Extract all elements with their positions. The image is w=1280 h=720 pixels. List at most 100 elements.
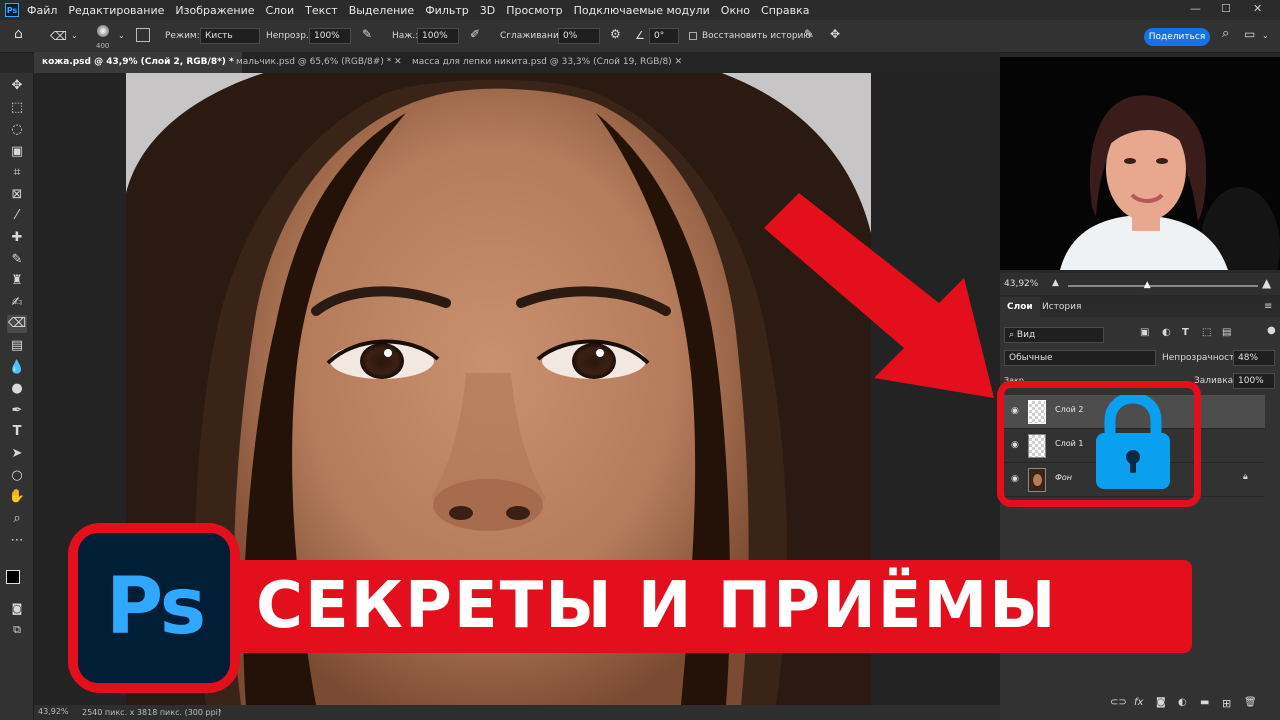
pressure-input[interactable]: 100% <box>417 28 459 44</box>
history-brush-tool-icon[interactable]: ✍ <box>7 294 27 312</box>
gear-icon[interactable]: ⚙ <box>610 26 621 42</box>
close-icon[interactable]: ✕ <box>675 57 683 67</box>
filter-pixel-icon[interactable]: ▣ <box>1140 327 1149 338</box>
filter-toggle-icon[interactable]: ● <box>1267 325 1276 336</box>
filter-adjustment-icon[interactable]: ◐ <box>1162 327 1171 338</box>
menu-window[interactable]: Окно <box>721 4 750 17</box>
stamp-tool-icon[interactable]: ♜ <box>7 272 27 290</box>
tools-panel: ✥ ⬚ ◌ ▣ ⌗ ⊠ ⁄ ✚ ✎ ♜ ✍ ⌫ ▤ 💧 ● ✒ T ➤ ○ ✋ … <box>0 73 34 720</box>
filter-smart-object-icon[interactable]: ▤ <box>1222 327 1231 338</box>
tab-history[interactable]: История <box>1035 297 1088 317</box>
healing-tool-icon[interactable]: ✚ <box>7 229 27 247</box>
menu-layers[interactable]: Слои <box>266 4 295 17</box>
chevron-right-icon[interactable]: › <box>218 706 222 716</box>
adjustment-layer-icon[interactable]: ◐ <box>1178 697 1187 708</box>
status-doc-info[interactable]: 2540 пикс. x 3818 пикс. (300 ppi) <box>82 708 221 717</box>
trash-icon[interactable]: 🗑︎ <box>1244 697 1257 708</box>
filter-type-icon[interactable]: T <box>1182 327 1189 338</box>
move-tool-icon[interactable]: ✥ <box>7 77 27 95</box>
zoom-slider[interactable] <box>1068 285 1258 287</box>
tab-malchik[interactable]: мальчик.psd @ 65,6% (RGB/8#) * ✕ <box>228 52 410 73</box>
fill-input[interactable]: 100% <box>1233 373 1275 389</box>
chevron-down-icon[interactable]: ⌄ <box>118 28 125 44</box>
ellipse-tool-icon[interactable]: ○ <box>7 467 27 485</box>
eyedropper-tool-icon[interactable]: ⁄ <box>7 207 27 225</box>
menu-view[interactable]: Просмотр <box>506 4 562 17</box>
new-group-icon[interactable]: ▬ <box>1200 697 1209 708</box>
close-icon[interactable]: ✕ <box>394 57 402 67</box>
new-layer-icon[interactable]: ⊞ <box>1222 697 1231 710</box>
eraser-tool-icon[interactable]: ⌫ <box>7 315 27 333</box>
blur-tool-icon[interactable]: 💧 <box>7 359 27 377</box>
mode-select[interactable]: Кисть <box>200 28 260 44</box>
dodge-tool-icon[interactable]: ● <box>7 380 27 398</box>
more-tools-icon[interactable]: ⋯ <box>7 532 27 550</box>
pen-tool-icon[interactable]: ✒ <box>7 402 27 420</box>
object-select-tool-icon[interactable]: ▣ <box>7 143 27 161</box>
foreground-color-swatch[interactable] <box>6 570 20 584</box>
chevron-down-icon[interactable]: ⌄ <box>71 28 78 44</box>
minimize-icon[interactable]: — <box>1190 2 1201 15</box>
lasso-tool-icon[interactable]: ◌ <box>7 121 27 139</box>
restore-history-checkbox[interactable] <box>689 32 697 40</box>
opacity-input[interactable]: 100% <box>309 28 351 44</box>
gradient-tool-icon[interactable]: ▤ <box>7 337 27 355</box>
brush-tool-icon[interactable]: ✎ <box>7 251 27 269</box>
menu-help[interactable]: Справка <box>761 4 809 17</box>
pressure-size-icon[interactable]: ✎ <box>804 26 814 42</box>
zoom-tool-icon[interactable]: ⌕ <box>7 510 27 528</box>
blend-mode-select[interactable]: Обычные <box>1004 350 1156 366</box>
presenter-image <box>1000 57 1280 270</box>
status-zoom[interactable]: 43,92% <box>38 707 69 716</box>
layer-opacity-input[interactable]: 48% <box>1233 350 1275 366</box>
menu-3d[interactable]: 3D <box>480 4 495 17</box>
search-icon[interactable]: ⌕ <box>1222 26 1229 42</box>
smoothing-input[interactable]: 0% <box>558 28 600 44</box>
home-icon[interactable]: ⌂ <box>14 26 23 42</box>
marquee-tool-icon[interactable]: ⬚ <box>7 99 27 117</box>
close-icon[interactable]: ✕ <box>1253 2 1262 15</box>
fx-icon[interactable]: fx <box>1134 697 1143 708</box>
menu-edit[interactable]: Редактирование <box>68 4 164 17</box>
panel-menu-icon[interactable]: ≡ <box>1264 301 1272 312</box>
airbrush-icon[interactable]: ✐ <box>470 26 480 42</box>
type-tool-icon[interactable]: T <box>7 423 27 441</box>
pressure-opacity-icon[interactable]: ✎ <box>362 26 372 42</box>
screen-mode-icon[interactable]: ⧉ <box>7 621 27 639</box>
navigator-zoom[interactable]: 43,92% <box>1004 279 1038 289</box>
tab-koja[interactable]: кожа.psd @ 43,9% (Слой 2, RGB/8*) * <box>34 52 242 73</box>
hand-tool-icon[interactable]: ✋ <box>7 488 27 506</box>
angle-input[interactable]: 0° <box>649 28 679 44</box>
tab-massa[interactable]: масса для лепки никита.psd @ 33,3% (Слой… <box>404 52 690 73</box>
menu-image[interactable]: Изображение <box>175 4 254 17</box>
eraser-tool-icon[interactable]: ⌫ <box>50 28 67 44</box>
menu-select[interactable]: Выделение <box>349 4 415 17</box>
quick-mask-icon[interactable]: ◙ <box>7 600 27 618</box>
brush-preview-icon[interactable] <box>97 25 109 37</box>
menu-plugins[interactable]: Подключаемые модули <box>574 4 710 17</box>
layer-filter-label: Вид <box>1016 330 1036 340</box>
maximize-icon[interactable]: ☐ <box>1221 2 1231 15</box>
frame-tool-icon[interactable]: ⊠ <box>7 186 27 204</box>
filter-shape-icon[interactable]: ⬚ <box>1202 327 1211 338</box>
search-icon: ⌕ <box>1009 330 1015 340</box>
zoom-slider-thumb[interactable]: ▲ <box>1144 280 1151 290</box>
menu-filter[interactable]: Фильтр <box>425 4 469 17</box>
crop-tool-icon[interactable]: ⌗ <box>7 164 27 182</box>
add-mask-icon[interactable]: ◙ <box>1156 697 1166 708</box>
zoom-in-icon[interactable]: ▲ <box>1262 276 1271 290</box>
brush-settings-icon[interactable] <box>136 28 150 42</box>
document-tabs: кожа.psd @ 43,9% (Слой 2, RGB/8*) * маль… <box>34 52 1000 73</box>
path-select-tool-icon[interactable]: ➤ <box>7 445 27 463</box>
symmetry-icon[interactable]: ✥ <box>830 26 840 42</box>
layer-filter-select[interactable]: ⌕ Вид <box>1004 327 1104 343</box>
menu-type[interactable]: Текст <box>305 4 338 17</box>
link-layers-icon[interactable]: ⊂⊃ <box>1110 697 1127 708</box>
workspace-icon[interactable]: ▭ <box>1244 26 1255 42</box>
zoom-out-icon[interactable]: ▲ <box>1052 278 1059 288</box>
menu-file[interactable]: Файл <box>27 4 57 17</box>
share-button[interactable]: Поделиться <box>1144 28 1210 46</box>
tab-layers[interactable]: Слои <box>1000 297 1040 317</box>
app-logo-icon[interactable]: Ps <box>5 3 19 17</box>
chevron-down-icon[interactable]: ⌄ <box>1262 28 1269 44</box>
